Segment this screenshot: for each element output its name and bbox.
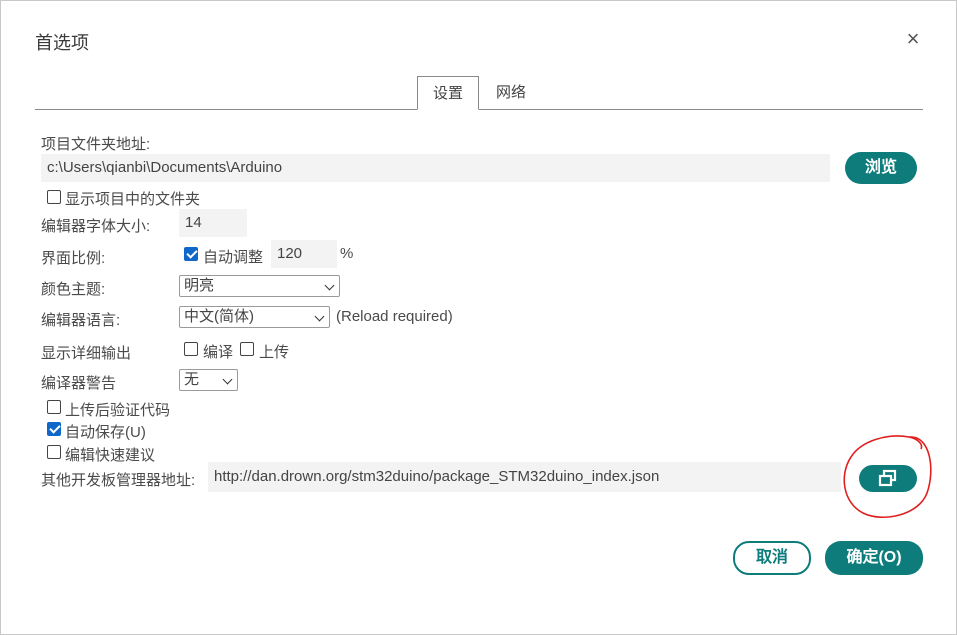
tab-network[interactable]: 网络: [485, 76, 537, 110]
language-label: 编辑器语言:: [41, 312, 121, 329]
autosave-checkbox[interactable]: [47, 422, 61, 436]
warnings-label: 编译器警告: [41, 375, 117, 392]
show-sketch-files-label: 显示项目中的文件夹: [65, 191, 201, 208]
theme-select[interactable]: 明亮: [179, 275, 340, 297]
chevron-down-icon: [314, 311, 325, 322]
language-note: (Reload required): [336, 308, 453, 325]
board-urls-edit-button[interactable]: [859, 465, 917, 492]
ok-button[interactable]: 确定(O): [825, 541, 923, 575]
verbose-upload-label: 上传: [259, 344, 290, 361]
theme-label: 颜色主题:: [41, 281, 106, 298]
verbose-upload-checkbox[interactable]: [240, 342, 254, 356]
warnings-select[interactable]: 无: [179, 369, 238, 391]
theme-value: 明亮: [184, 277, 215, 294]
scale-unit: %: [340, 245, 354, 262]
board-urls-label: 其他开发板管理器地址:: [41, 472, 196, 489]
open-window-icon: [878, 469, 897, 487]
dialog-title: 首选项: [35, 33, 89, 53]
browse-button[interactable]: 浏览: [845, 152, 917, 184]
chevron-down-icon: [324, 280, 335, 291]
font-size-input[interactable]: 14: [179, 209, 247, 237]
chevron-down-icon: [222, 374, 233, 385]
font-size-label: 编辑器字体大小:: [41, 218, 151, 235]
tab-divider: [35, 109, 923, 110]
scale-label: 界面比例:: [41, 250, 106, 267]
verbose-compile-checkbox[interactable]: [184, 342, 198, 356]
cancel-button[interactable]: 取消: [733, 541, 811, 575]
quick-suggestions-label: 编辑快速建议: [65, 447, 156, 464]
autosave-label: 自动保存(U): [65, 424, 146, 441]
auto-scale-checkbox[interactable]: [184, 247, 198, 261]
show-sketch-files-checkbox[interactable]: [47, 190, 61, 204]
scale-input[interactable]: 120: [271, 240, 337, 268]
warnings-value: 无: [184, 371, 200, 388]
auto-scale-label: 自动调整: [203, 249, 264, 266]
sketchbook-label: 项目文件夹地址:: [41, 136, 151, 153]
quick-suggestions-checkbox[interactable]: [47, 445, 61, 459]
verbose-compile-label: 编译: [203, 344, 234, 361]
verify-after-upload-checkbox[interactable]: [47, 400, 61, 414]
verify-after-upload-label: 上传后验证代码: [65, 402, 171, 419]
verbose-label: 显示详细输出: [41, 345, 132, 362]
sketchbook-path-input[interactable]: c:\Users\qianbi\Documents\Arduino: [41, 154, 830, 182]
tab-settings[interactable]: 设置: [417, 76, 479, 110]
close-icon[interactable]: ×: [899, 25, 927, 53]
preferences-dialog: 首选项 × 设置 网络 项目文件夹地址: c:\Users\qianbi\Doc…: [0, 0, 957, 635]
language-select[interactable]: 中文(简体): [179, 306, 330, 328]
language-value: 中文(简体): [184, 308, 254, 325]
board-urls-input[interactable]: http://dan.drown.org/stm32duino/package_…: [208, 462, 841, 492]
